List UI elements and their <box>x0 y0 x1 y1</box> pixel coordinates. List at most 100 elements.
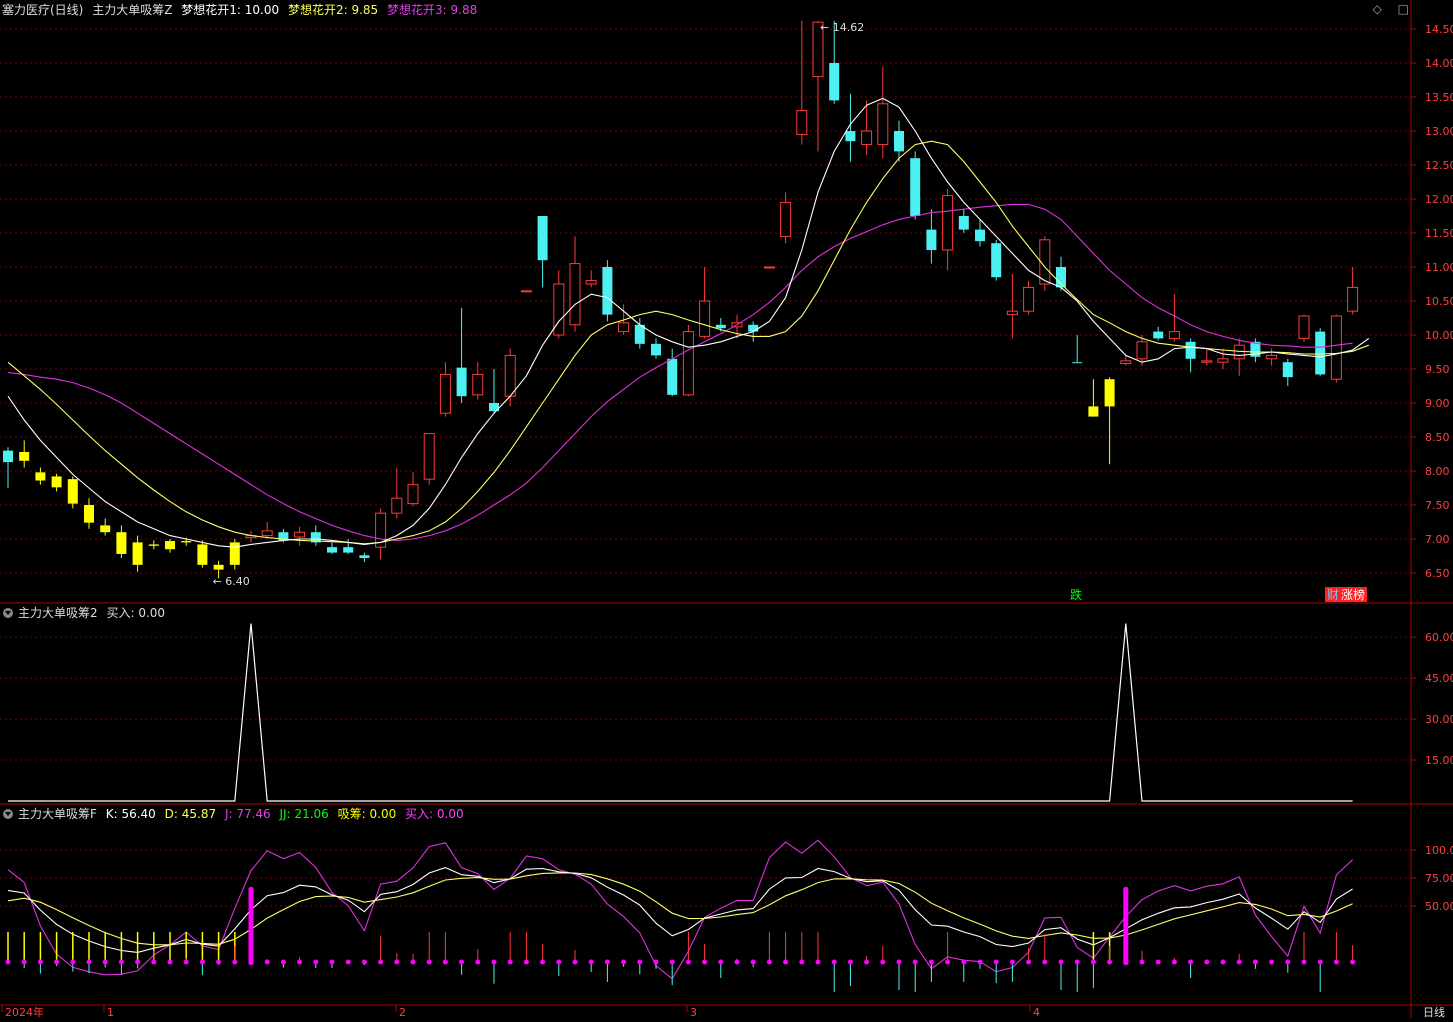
y-tick-label: 10.00 <box>1425 329 1453 342</box>
signal-dot <box>896 959 902 965</box>
signal-dot <box>361 959 367 965</box>
candle-body <box>537 216 548 261</box>
candle-body <box>1266 354 1278 360</box>
y-tick-label: 13.00 <box>1425 125 1453 138</box>
y-tick-label: 14.00 <box>1425 57 1453 70</box>
y-tick-label: 11.00 <box>1425 261 1453 274</box>
signal-dot <box>588 959 594 965</box>
panel3-name[interactable]: 主力大单吸筹F <box>18 807 97 821</box>
candle-body <box>1185 341 1196 359</box>
maximize-icon[interactable]: □ <box>1398 2 1409 16</box>
signal-dot <box>507 959 513 965</box>
candle-body <box>148 544 159 546</box>
candle-body <box>197 544 208 565</box>
candle-body <box>1168 331 1180 339</box>
signal-dot <box>394 959 400 965</box>
signal-dot <box>621 959 627 965</box>
signal-dot <box>961 959 967 965</box>
signal-dot <box>766 959 772 965</box>
candle-body <box>845 131 856 142</box>
signal-dot <box>1301 959 1307 965</box>
candle-body <box>780 201 792 237</box>
candle-body <box>100 525 111 533</box>
signal-dot <box>442 959 448 965</box>
signal-dot <box>459 959 465 965</box>
candle-body <box>748 324 759 332</box>
chart-canvas[interactable]: 14.50 14.00 13.50 13.00 12.50 12.00 11.50 11.00… <box>0 0 1453 1019</box>
candle-body <box>634 324 645 344</box>
signal-dot <box>199 959 205 965</box>
candle-body <box>261 530 273 537</box>
signal-dot <box>977 959 983 965</box>
marker-cai: 财 <box>1327 588 1339 602</box>
collapse-icon[interactable] <box>3 608 13 618</box>
candle-body <box>472 373 484 396</box>
candle-body <box>165 541 175 550</box>
indicator-name[interactable]: 主力大单吸筹Z <box>92 3 172 17</box>
candle-body <box>910 158 921 216</box>
candle-body <box>1006 310 1018 316</box>
signal-dot <box>378 959 384 965</box>
candle-body <box>1282 362 1293 378</box>
signal-dot <box>669 959 675 965</box>
stock-title[interactable]: 塞力医疗(日线) <box>2 3 83 17</box>
panel2-name[interactable]: 主力大单吸筹2 <box>18 606 98 620</box>
series1-label: 梦想花开1: 10.00 <box>181 3 280 17</box>
candle-body <box>958 216 969 230</box>
d-label: D: 45.87 <box>164 807 217 821</box>
candle-body <box>877 103 889 146</box>
x-axis-label: 3 <box>690 1006 697 1018</box>
signal-dot <box>37 959 43 965</box>
marker-zhangting: 涨榜 <box>1341 587 1365 602</box>
signal-dot <box>637 959 643 965</box>
diamond-icon[interactable]: ◇ <box>1373 2 1382 16</box>
candle-body <box>1347 286 1359 312</box>
ma-white-line <box>7 97 1370 548</box>
signal-dot <box>815 959 821 965</box>
x-axis-label: 2 <box>399 1006 406 1018</box>
candle-body <box>407 484 419 505</box>
signal-dot <box>297 959 303 965</box>
signal-dot <box>1139 959 1145 965</box>
window-controls: ◇ □ <box>1361 2 1409 16</box>
buy-signal-bar <box>1123 887 1129 965</box>
candle-body <box>585 280 597 285</box>
y-tick-label: 15.00 <box>1425 754 1453 767</box>
signal-dot <box>653 959 659 965</box>
signal-dot <box>572 959 578 965</box>
buy-label: 买入: 0.00 <box>405 807 464 821</box>
candle-body <box>359 555 370 559</box>
signal-dot <box>783 959 789 965</box>
signal-dot <box>475 959 481 965</box>
signal-dot <box>847 959 853 965</box>
y-tick-label: 6.50 <box>1425 567 1450 580</box>
signal-dot <box>604 959 610 965</box>
candle-body <box>35 472 46 481</box>
candle-body <box>67 479 78 504</box>
candle-body <box>1104 379 1115 407</box>
candle-body <box>132 542 143 565</box>
signal-dot <box>491 959 497 965</box>
candle-body <box>439 373 451 414</box>
k-line <box>7 867 1353 953</box>
signal-dot <box>1220 959 1226 965</box>
jj-label: JJ: 21.06 <box>279 807 329 821</box>
candle-body <box>651 343 661 356</box>
candle-body <box>618 322 630 333</box>
candle-body <box>926 229 937 250</box>
signal-dot <box>102 959 108 965</box>
signal-dot <box>1090 959 1096 965</box>
candle-body <box>861 130 873 146</box>
collapse-icon[interactable] <box>3 809 13 819</box>
signal-dot <box>1269 959 1275 965</box>
signal-dot <box>426 959 432 965</box>
candle-body <box>991 243 1002 278</box>
candle-body <box>894 131 904 152</box>
candle-body <box>391 497 403 514</box>
signal-dot <box>183 959 189 965</box>
y-tick-label: 100.0 <box>1425 844 1453 857</box>
signal-dot <box>410 959 416 965</box>
candle-body <box>1120 360 1132 365</box>
y-tick-label: 9.50 <box>1425 363 1450 376</box>
candle-body <box>667 358 678 395</box>
